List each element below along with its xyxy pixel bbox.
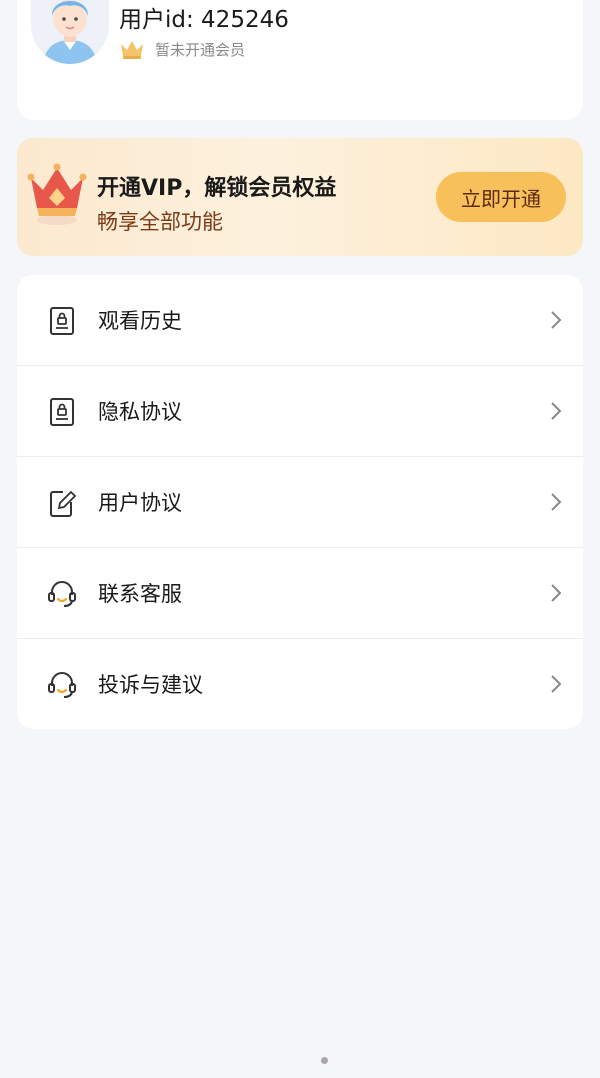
menu-list: 观看历史 隐私协议 用户协议 联系客服 投诉与建议 [17, 275, 583, 729]
vip-subtitle: 畅享全部功能 [97, 210, 223, 234]
crown-icon [121, 41, 143, 59]
menu-item-privacy-policy[interactable]: 隐私协议 [17, 366, 583, 457]
menu-item-feedback[interactable]: 投诉与建议 [17, 639, 583, 729]
member-status-row: 暂未开通会员 [119, 38, 245, 60]
lock-document-icon [50, 307, 74, 335]
menu-item-watch-history[interactable]: 观看历史 [17, 275, 583, 366]
chevron-right-icon [551, 493, 562, 511]
chevron-right-icon [551, 311, 562, 329]
menu-item-label: 隐私协议 [98, 400, 182, 424]
lock-document-icon [50, 398, 74, 426]
vip-title: 开通VIP，解锁会员权益 [97, 176, 337, 201]
edit-document-icon [50, 490, 77, 517]
chevron-right-icon [551, 675, 562, 693]
vip-banner[interactable]: 开通VIP，解锁会员权益 畅享全部功能 立即开通 [17, 138, 583, 256]
headset-icon [48, 672, 76, 698]
open-vip-button[interactable]: 立即开通 [436, 172, 566, 222]
menu-item-label: 用户协议 [98, 491, 182, 515]
chevron-right-icon [551, 402, 562, 420]
menu-item-user-agreement[interactable]: 用户协议 [17, 457, 583, 548]
menu-item-label: 观看历史 [98, 309, 182, 333]
profile-card: 用户id: 425246 暂未开通会员 [17, 0, 583, 120]
home-indicator-dot [321, 1057, 328, 1064]
menu-item-customer-service[interactable]: 联系客服 [17, 548, 583, 639]
profile-page: 用户id: 425246 暂未开通会员 开通VIP，解锁会员权益 畅享全部功能 … [0, 0, 600, 1078]
menu-item-label: 联系客服 [98, 582, 182, 606]
chevron-right-icon [551, 584, 562, 602]
menu-item-label: 投诉与建议 [98, 673, 203, 697]
user-id-text: 用户id: 425246 [119, 7, 289, 33]
headset-icon [48, 581, 76, 607]
vip-crown-icon [27, 163, 87, 225]
member-status: 暂未开通会员 [155, 40, 246, 59]
avatar[interactable] [31, 0, 109, 64]
